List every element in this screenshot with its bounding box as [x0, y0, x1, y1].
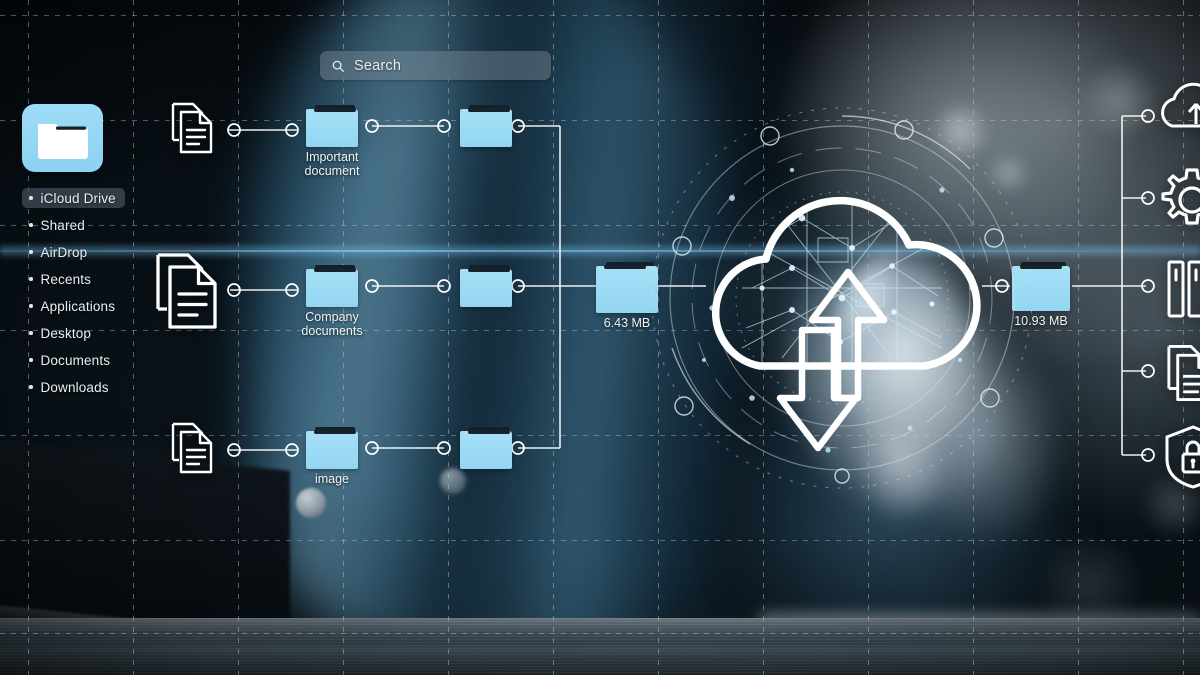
flow-folder-company-documents[interactable]: Company documents	[301, 265, 363, 338]
documents-stack-icon	[171, 422, 213, 474]
right-rail-cloud-sync[interactable]	[1156, 82, 1200, 152]
flow-folder-row1-stage2[interactable]	[460, 105, 512, 147]
cloud-sync-icon	[1161, 82, 1200, 128]
sidebar-item-label: Documents	[40, 352, 111, 368]
sidebar-item-shared[interactable]: Shared	[22, 215, 94, 235]
folder-icon	[460, 265, 512, 307]
sidebar-item-documents[interactable]: Documents	[22, 350, 119, 370]
flow-folder-row3-stage2[interactable]	[460, 427, 512, 469]
bullet-icon	[29, 196, 33, 200]
bullet-icon	[29, 304, 33, 308]
folder-icon	[306, 265, 358, 307]
cloud-sync-icon	[712, 196, 981, 452]
bullet-icon	[29, 385, 33, 389]
sidebar-item-label: AirDrop	[40, 244, 88, 260]
bullet-icon	[29, 277, 33, 281]
sidebar-item-desktop[interactable]: Desktop	[22, 323, 100, 343]
sidebar-item-label: iCloud Drive	[40, 190, 116, 206]
folder-icon	[460, 105, 512, 147]
bullet-icon	[29, 331, 33, 335]
folder-label: Company documents	[301, 310, 363, 338]
sidebar-item-downloads[interactable]: Downloads	[22, 377, 118, 397]
sidebar-item-label: Applications	[40, 298, 116, 314]
folder-label: image	[314, 472, 350, 486]
sidebar-item-applications[interactable]: Applications	[22, 296, 124, 316]
folder-body	[460, 268, 512, 307]
search-input[interactable]: Search	[354, 58, 401, 74]
cloud-sync-hud[interactable]	[642, 98, 1042, 498]
flow-doc-row-2[interactable]	[150, 249, 226, 333]
sidebar-item-label: Recents	[40, 271, 92, 287]
bullet-icon	[29, 223, 33, 227]
search-bar[interactable]: Search	[320, 51, 551, 80]
documents-stack-icon	[171, 102, 213, 154]
bullet-icon	[29, 250, 33, 254]
right-rail-servers[interactable]	[1166, 258, 1200, 320]
folder-body	[460, 430, 512, 469]
right-rail-security[interactable]	[1162, 424, 1200, 490]
right-rail-settings[interactable]	[1158, 166, 1200, 234]
folder-icon	[306, 427, 358, 469]
flow-doc-row-3[interactable]	[168, 420, 218, 476]
gear-icon	[1161, 168, 1200, 225]
server-racks-icon	[1167, 260, 1200, 318]
bullet-icon	[29, 358, 33, 362]
folder-icon	[460, 427, 512, 469]
folder-label: Important document	[304, 150, 360, 178]
right-rail-documents[interactable]	[1162, 342, 1200, 404]
sidebar-item-label: Downloads	[40, 379, 109, 395]
folder-body	[460, 108, 512, 147]
documents-stack-icon	[156, 253, 217, 329]
flow-folder-image[interactable]: image	[306, 427, 358, 486]
shield-lock-icon	[1165, 425, 1200, 489]
sidebar-item-icloud-drive[interactable]: iCloud Drive	[22, 188, 125, 208]
folder-body	[306, 268, 358, 307]
sidebar-item-label: Desktop	[40, 325, 92, 341]
flow-doc-row-1[interactable]	[168, 100, 218, 156]
folder-body	[306, 430, 358, 469]
search-icon	[332, 60, 344, 72]
flow-folder-important-document[interactable]: Important document	[305, 105, 359, 178]
flow-folder-row2-stage2[interactable]	[460, 265, 512, 307]
icloud-drive-icon-tile[interactable]	[22, 104, 103, 172]
sidebar-item-airdrop[interactable]: AirDrop	[22, 242, 96, 262]
folder-icon	[306, 105, 358, 147]
folder-icon	[37, 124, 88, 159]
folder-body	[306, 108, 358, 147]
sidebar-item-label: Shared	[40, 217, 85, 233]
sidebar-item-recents[interactable]: Recents	[22, 269, 100, 289]
documents-stack-icon	[1167, 344, 1200, 402]
